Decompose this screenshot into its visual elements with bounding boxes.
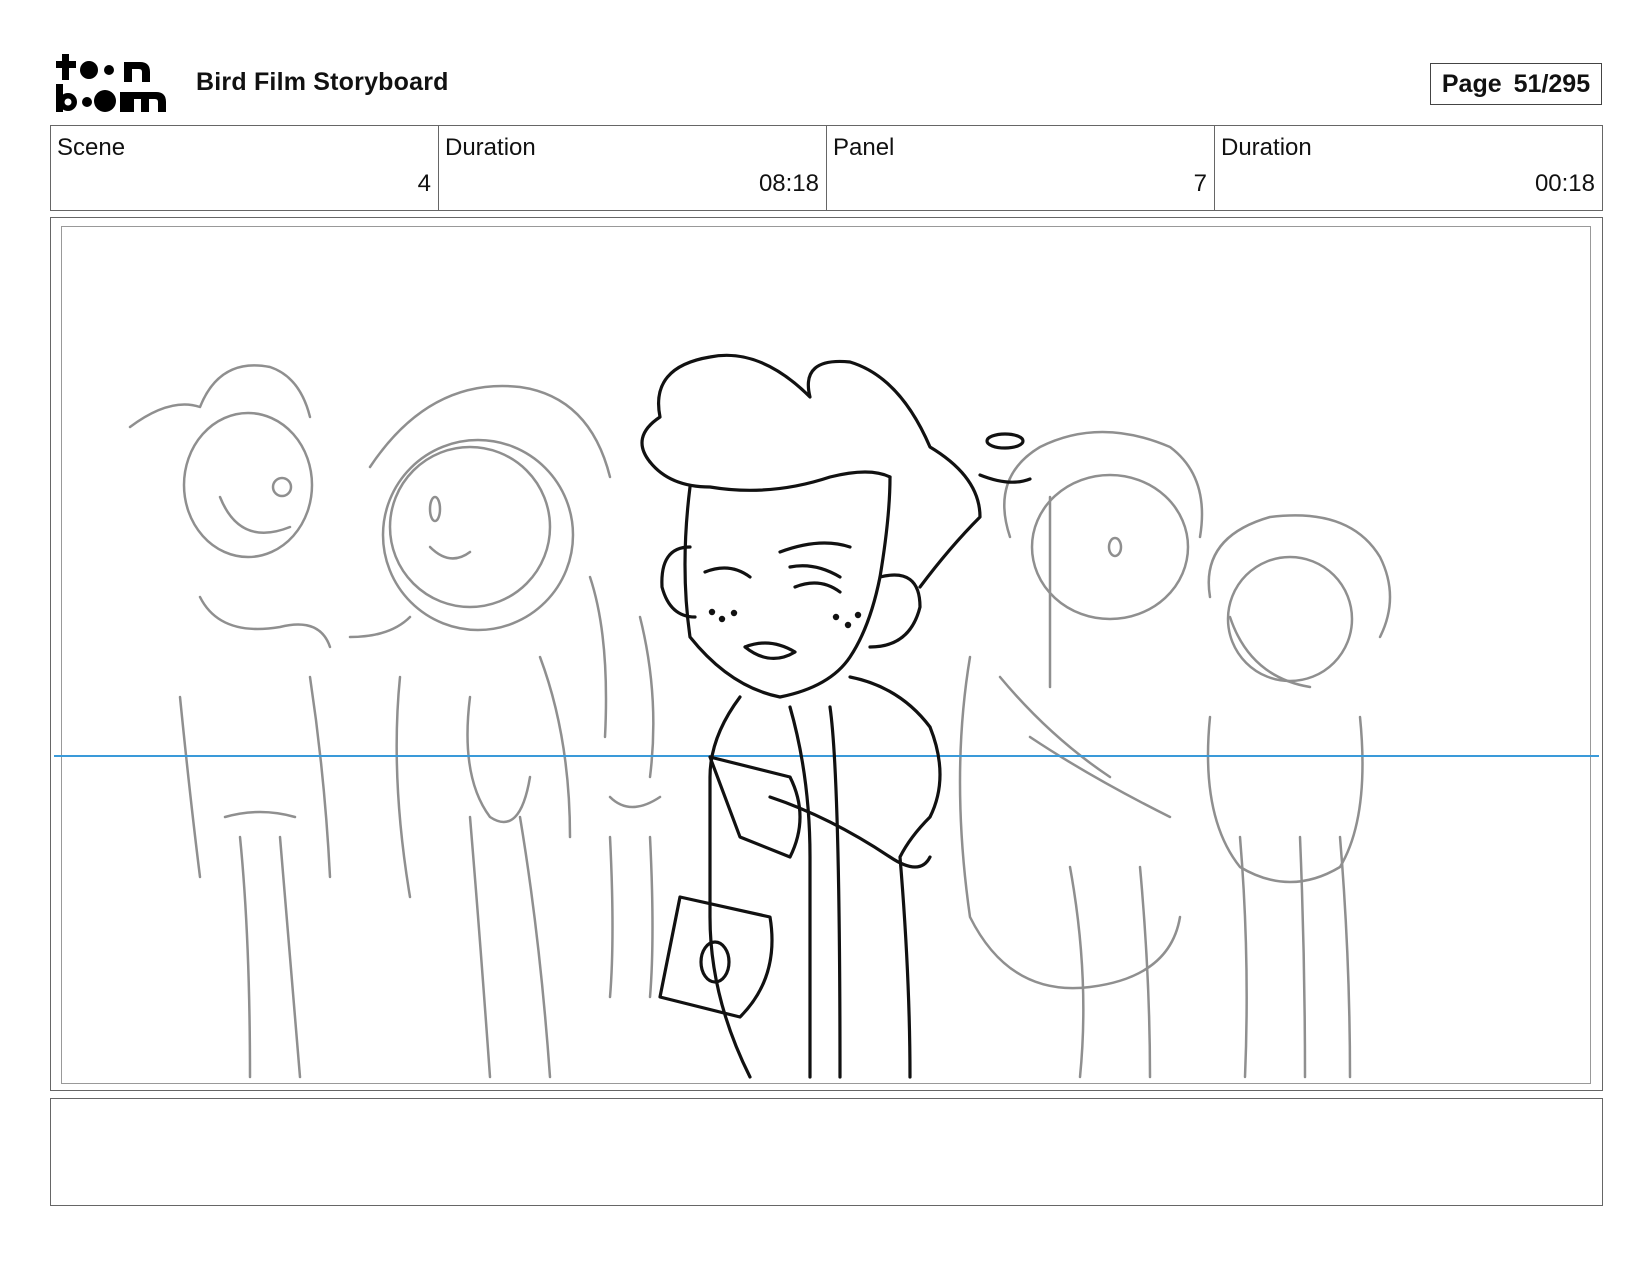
scene-duration-label: Duration: [445, 134, 536, 161]
caption-box: [50, 1098, 1603, 1206]
panel-info-row: Scene 4 Duration 08:18 Panel 7 Duration …: [50, 125, 1603, 211]
rough-character-1: [128, 364, 332, 1079]
storyboard-sketch: [54, 353, 1599, 1079]
main-character: [640, 353, 1032, 1079]
scene-label: Scene: [57, 134, 126, 161]
panel-duration-label: Duration: [1221, 134, 1312, 161]
panel-duration-cell: Duration 00:18: [1215, 126, 1602, 210]
scene-duration-value: 08:18: [758, 170, 819, 197]
scene-cell: Scene 4: [51, 126, 439, 210]
panel-duration-value: 00:18: [1534, 170, 1595, 197]
rough-character-2: [348, 384, 612, 1079]
page-indicator: Page 51/295: [1430, 63, 1602, 105]
scene-value: 4: [417, 170, 431, 197]
panel-cell: Panel 7: [827, 126, 1215, 210]
scene-duration-cell: Duration 08:18: [439, 126, 827, 210]
rough-character-5: [1206, 514, 1392, 1079]
page-number: 51/295: [1513, 69, 1591, 98]
panel-value: 7: [1193, 170, 1207, 197]
rough-character-3: [588, 575, 662, 999]
toon-boom-logo: [56, 54, 166, 112]
rough-character-4: [958, 430, 1204, 1079]
panel-label: Panel: [833, 134, 895, 161]
page-label: Page: [1441, 69, 1502, 98]
document-title: Bird Film Storyboard: [196, 68, 449, 96]
